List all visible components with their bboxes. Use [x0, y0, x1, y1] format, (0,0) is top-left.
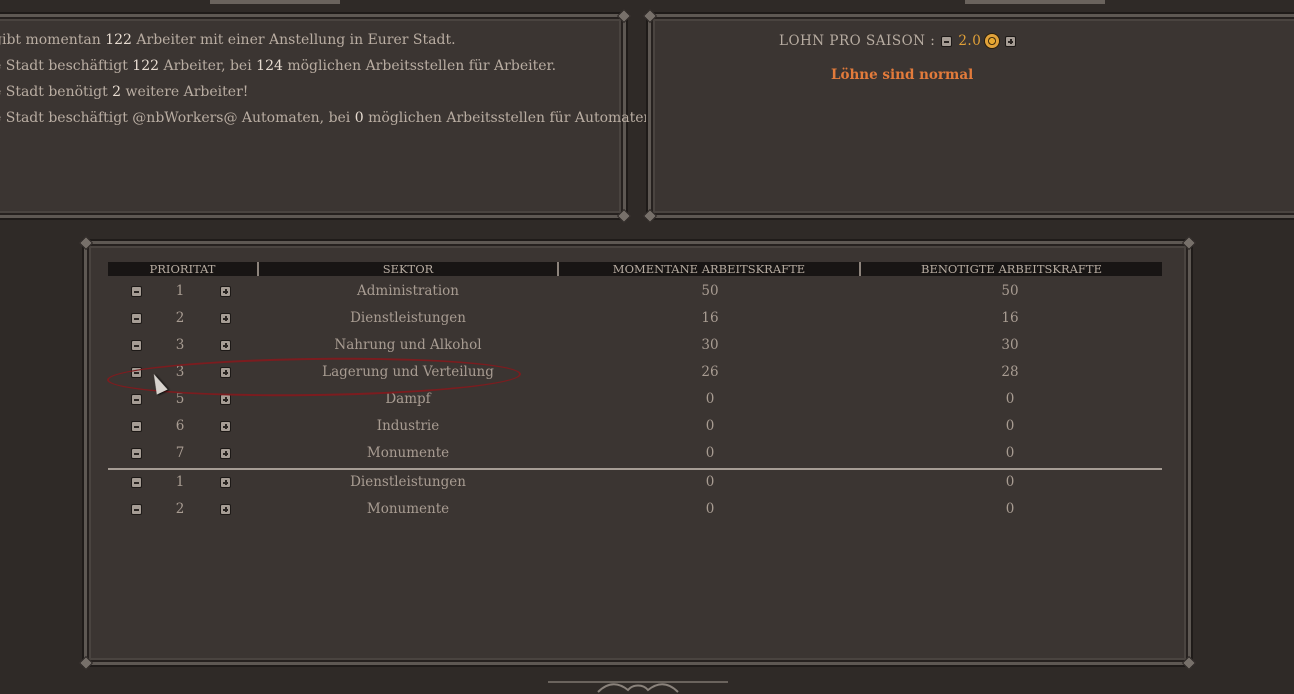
sector-name: Administration: [357, 283, 459, 299]
current-workers: 50: [701, 283, 719, 299]
current-workers: 0: [705, 501, 715, 517]
sector-name: Dienstleistungen: [350, 474, 466, 490]
panel-corner: [78, 655, 94, 671]
priority-decrease-button[interactable]: [131, 340, 142, 351]
priority-increase-button[interactable]: [220, 477, 231, 488]
wage-increase-button[interactable]: [1005, 35, 1017, 47]
coin-icon: [985, 34, 1000, 48]
sector-name: Industrie: [376, 418, 440, 434]
top-ornament-left: [210, 0, 340, 4]
info-line-employed: gibt momentan 122 Arbeiter mit einer Ans…: [0, 32, 456, 48]
table-row: 1 Administration 50 50: [108, 281, 1162, 301]
panel-corner: [78, 235, 94, 251]
priority-increase-button[interactable]: [220, 340, 231, 351]
needed-workers: 0: [1005, 474, 1015, 490]
needed-workers: 16: [1001, 310, 1019, 326]
priority-value: 3: [175, 337, 185, 353]
needed-workers: 28: [1001, 364, 1019, 380]
table-row: 6 Industrie 0 0: [108, 416, 1162, 436]
header-priority: PRIORITAT: [108, 262, 259, 276]
needed-workers: 0: [1005, 501, 1015, 517]
sector-name: Monumente: [366, 501, 450, 517]
sector-name: Dienstleistungen: [350, 310, 466, 326]
current-workers: 0: [705, 418, 715, 434]
table-row: 3 Nahrung und Alkohol 30 30: [108, 335, 1162, 355]
table-header: PRIORITAT SEKTOR MOMENTANE ARBEITSKRAFTE…: [108, 262, 1162, 276]
sector-name: Nahrung und Alkohol: [334, 337, 482, 353]
current-workers: 26: [701, 364, 719, 380]
info-line-automatons: e Stadt beschäftigt @nbWorkers@ Automate…: [0, 110, 658, 126]
header-sector: SEKTOR: [259, 262, 559, 276]
panel-corner: [642, 208, 658, 224]
panel-corner: [616, 208, 632, 224]
panel-corner: [1181, 235, 1197, 251]
panel-corner: [616, 8, 632, 24]
workers-info-panel: gibt momentan 122 Arbeiter mit einer Ans…: [0, 8, 657, 224]
priority-increase-button[interactable]: [220, 313, 231, 324]
priority-decrease-button[interactable]: [131, 286, 142, 297]
priority-value: 6: [175, 418, 185, 434]
top-ornament-right: [965, 0, 1105, 4]
wage-value: 2.0: [958, 33, 982, 49]
info-line-needed: e Stadt benötigt 2 weitere Arbeiter!: [0, 84, 249, 100]
header-needed-workers: BENOTIGTE ARBEITSKRAFTE: [921, 262, 1102, 276]
header-current-workers: MOMENTANE ARBEITSKRAFTE: [559, 262, 861, 276]
priority-increase-button[interactable]: [220, 394, 231, 405]
priority-decrease-button[interactable]: [131, 313, 142, 324]
priority-value: 2: [175, 310, 185, 326]
table-row: 2 Dienstleistungen 16 16: [108, 308, 1162, 328]
priority-increase-button[interactable]: [220, 421, 231, 432]
priority-decrease-button[interactable]: [131, 504, 142, 515]
section-divider: [108, 468, 1162, 470]
priority-increase-button[interactable]: [220, 504, 231, 515]
needed-workers: 0: [1005, 445, 1015, 461]
priority-increase-button[interactable]: [220, 286, 231, 297]
info-line-jobs: e Stadt beschäftigt 122 Arbeiter, bei 12…: [0, 58, 557, 74]
wage-label: LOHN PRO SAISON :: [779, 33, 936, 49]
current-workers: 0: [705, 445, 715, 461]
priority-value: 7: [175, 445, 185, 461]
priority-value: 1: [175, 283, 185, 299]
current-workers: 0: [705, 474, 715, 490]
current-workers: 0: [705, 391, 715, 407]
priority-value: 1: [175, 474, 185, 490]
sector-priority-panel: PRIORITAT SEKTOR MOMENTANE ARBEITSKRAFTE…: [78, 235, 1197, 671]
priority-decrease-button[interactable]: [131, 477, 142, 488]
bottom-ornament-icon: [548, 681, 728, 693]
sector-name: Monumente: [366, 445, 450, 461]
current-workers: 16: [701, 310, 719, 326]
priority-decrease-button[interactable]: [131, 448, 142, 459]
table-row: 2 Monumente 0 0: [108, 499, 1162, 519]
wage-row: LOHN PRO SAISON : 2.0: [779, 33, 1017, 49]
priority-decrease-button[interactable]: [131, 394, 142, 405]
needed-workers: 30: [1001, 337, 1019, 353]
current-workers: 30: [701, 337, 719, 353]
priority-value: 2: [175, 501, 185, 517]
table-row: 1 Dienstleistungen 0 0: [108, 472, 1162, 492]
table-row: 7 Monumente 0 0: [108, 443, 1162, 463]
needed-workers: 50: [1001, 283, 1019, 299]
priority-decrease-button[interactable]: [131, 421, 142, 432]
wage-status: Löhne sind normal: [831, 67, 974, 83]
priority-increase-button[interactable]: [220, 448, 231, 459]
wage-decrease-button[interactable]: [941, 35, 953, 47]
needed-workers: 0: [1005, 418, 1015, 434]
needed-workers: 0: [1005, 391, 1015, 407]
wage-panel: LOHN PRO SAISON : 2.0 Löhne sind normal: [642, 8, 1294, 224]
panel-corner: [1181, 655, 1197, 671]
panel-corner: [642, 8, 658, 24]
